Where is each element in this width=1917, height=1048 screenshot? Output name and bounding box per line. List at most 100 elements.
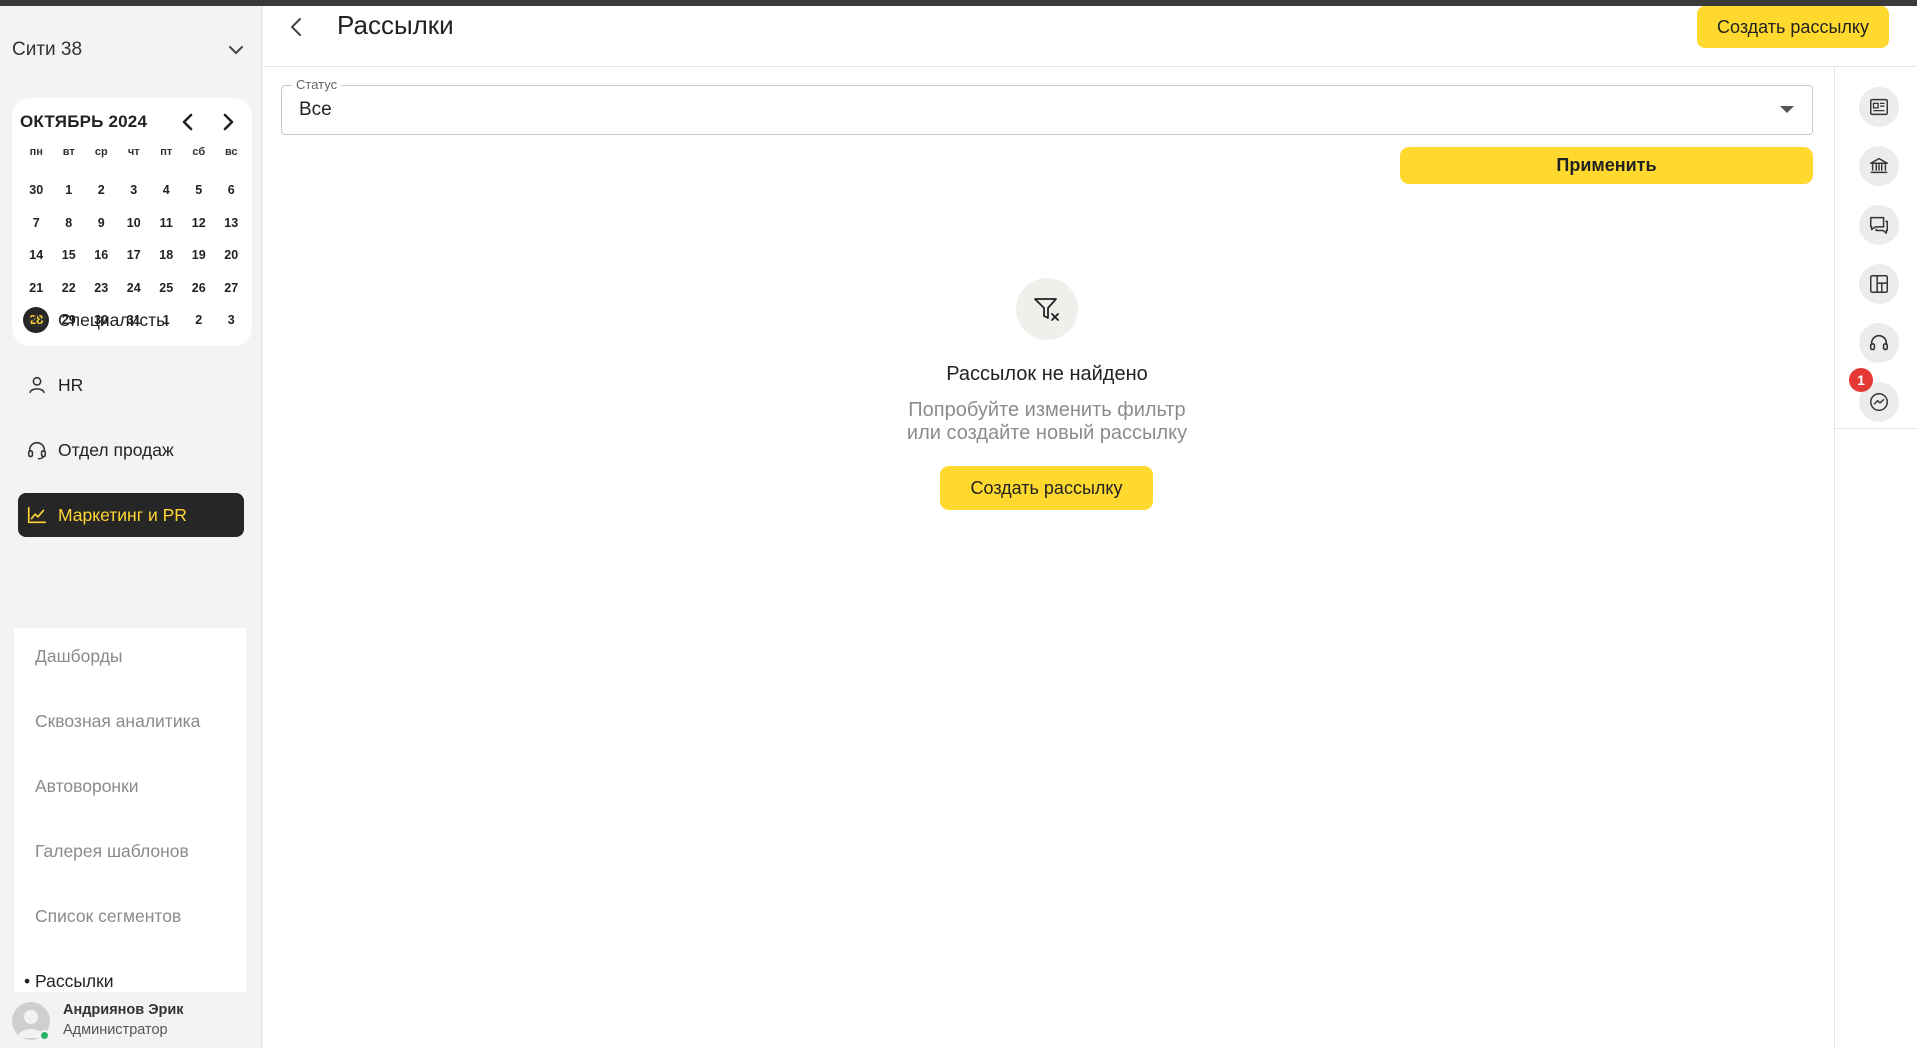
calendar-day-number: 9: [97, 215, 105, 230]
calendar-weekday: вт: [62, 146, 75, 158]
nav-label: Специалисты: [58, 309, 169, 330]
calendar-day[interactable]: 30: [20, 174, 53, 207]
calendar-weekday: вс: [224, 146, 238, 158]
calendar-day[interactable]: 15: [53, 239, 86, 272]
calendar-day[interactable]: 17: [118, 239, 151, 272]
calendar-day-number: 4: [162, 183, 170, 198]
calendar-day[interactable]: 20: [215, 239, 248, 272]
empty-state-hint: Попробуйте изменить фильтр или создайте …: [847, 399, 1247, 445]
sidebar: Сити 38 ОКТЯБРЬ 2024 пн вт ср чт пт сб вс 30 1 2 3…: [0, 6, 262, 1048]
calendar-day-number: 11: [159, 215, 173, 230]
chevron-right-icon[interactable]: [216, 110, 240, 134]
nav-label: Маркетинг и PR: [58, 504, 187, 525]
calendar-day-number: 16: [94, 248, 109, 263]
create-mailing-button[interactable]: Создать рассылку: [1697, 6, 1889, 48]
calendar-day[interactable]: 14: [20, 239, 53, 272]
calendar-day[interactable]: 8: [53, 207, 86, 240]
dropdown-caret-icon: [1780, 106, 1794, 113]
calendar-day-number: 13: [224, 215, 239, 230]
org-selector[interactable]: Сити 38: [0, 30, 262, 70]
page-title: Рассылки: [337, 10, 454, 40]
calendar-day-number: 26: [191, 280, 206, 295]
calendar-day-number: 17: [126, 248, 141, 263]
calendar-weekday: чт: [127, 146, 140, 158]
rail-bank-button[interactable]: [1859, 146, 1899, 186]
calendar-day-number: 23: [94, 280, 109, 295]
back-arrow-icon[interactable]: [283, 13, 311, 41]
calendar-day-number: 7: [32, 215, 40, 230]
submenu-item-segments[interactable]: Список сегментов: [35, 906, 181, 927]
calendar-day[interactable]: 6: [215, 174, 248, 207]
calendar-month-label: ОКТЯБРЬ 2024: [20, 112, 148, 131]
calendar-day[interactable]: 10: [118, 207, 151, 240]
calendar-day-number: 24: [126, 280, 141, 295]
calendar-day[interactable]: 3: [118, 174, 151, 207]
calendar-day-number: 15: [61, 248, 76, 263]
calendar-weekday: сб: [192, 146, 206, 158]
calendar-day[interactable]: 2: [85, 174, 118, 207]
calendar-day-number: 14: [29, 248, 44, 263]
calendar-day-number: 5: [195, 183, 203, 198]
bank-icon: [1870, 157, 1888, 174]
empty-state-illustration: [1016, 278, 1078, 340]
main-content: Рассылки Создать рассылку Статус Все При…: [263, 6, 1917, 1048]
rail-chat-button[interactable]: [1859, 205, 1899, 245]
calendar-day[interactable]: 18: [150, 239, 183, 272]
calendar-day[interactable]: 4: [150, 174, 183, 207]
submenu-item-funnels[interactable]: Автоворонки: [35, 776, 139, 797]
submenu-item-templates[interactable]: Галерея шаблонов: [35, 841, 189, 862]
calendar-day-number: 19: [191, 248, 206, 263]
apply-filter-button[interactable]: Применить: [1400, 147, 1813, 184]
submenu-item-mailings[interactable]: • Рассылки: [24, 971, 114, 992]
calendar-weekday: пн: [29, 146, 43, 158]
right-rail: 1: [1834, 67, 1917, 1048]
submenu-item-dashboards[interactable]: Дашборды: [35, 646, 123, 667]
calendar-day[interactable]: 7: [20, 207, 53, 240]
chart-line-icon: [27, 506, 47, 524]
empty-state-title: Рассылок не найдено: [946, 363, 1148, 385]
rail-support-button[interactable]: [1859, 323, 1899, 363]
messenger-icon: [1870, 393, 1888, 411]
calendar-day[interactable]: 19: [183, 239, 216, 272]
status-select[interactable]: Статус Все: [281, 77, 1813, 135]
online-status-dot: [39, 1030, 50, 1041]
user-profile[interactable]: Андриянов Эрик Администратор: [12, 1000, 252, 1044]
nav-item-sales[interactable]: Отдел продаж: [18, 428, 244, 472]
nav-label: Отдел продаж: [58, 439, 174, 460]
nav-item-marketing[interactable]: Маркетинг и PR: [18, 493, 244, 537]
status-value: Все: [299, 99, 332, 120]
calendar-day-number: 21: [29, 280, 44, 295]
empty-state-hint-line-1: Попробуйте изменить фильтр: [908, 399, 1186, 421]
org-name: Сити 38: [12, 39, 83, 60]
nav-item-hr[interactable]: HR: [18, 363, 244, 407]
crown-icon: [27, 312, 47, 327]
calendar-day[interactable]: 11: [150, 207, 183, 240]
chevron-down-icon: [229, 46, 243, 54]
calendar-day-number: 18: [159, 248, 174, 263]
calendar-day-number: 8: [65, 215, 73, 230]
calendar-day-number: 3: [130, 183, 138, 198]
calendar-day[interactable]: 12: [183, 207, 216, 240]
status-label: Статус: [292, 77, 342, 92]
calendar-day-number: 22: [61, 280, 76, 295]
page-header: Рассылки Создать рассылку: [263, 6, 1917, 67]
calendar-day[interactable]: 9: [85, 207, 118, 240]
calendar-day[interactable]: 1: [53, 174, 86, 207]
calendar-day-number: 30: [29, 183, 44, 198]
rail-news-button[interactable]: [1859, 87, 1899, 127]
calendar-day-number: 20: [224, 248, 239, 263]
notification-badge: 1: [1849, 368, 1873, 392]
person-icon: [29, 376, 45, 394]
calendar-day[interactable]: 13: [215, 207, 248, 240]
nav-label: HR: [58, 374, 84, 395]
create-mailing-button-empty[interactable]: Создать рассылку: [940, 466, 1153, 510]
rail-board-button[interactable]: [1859, 264, 1899, 304]
calendar-day[interactable]: 5: [183, 174, 216, 207]
calendar-day-number: 25: [159, 280, 174, 295]
filter-off-icon: [1034, 298, 1059, 321]
empty-state-hint-line-2: или создайте новый рассылку: [906, 422, 1188, 444]
nav-item-specialists[interactable]: Специалисты: [18, 298, 244, 342]
submenu-item-analytics[interactable]: Сквозная аналитика: [35, 711, 200, 732]
calendar-day[interactable]: 16: [85, 239, 118, 272]
chevron-left-icon[interactable]: [176, 110, 200, 134]
